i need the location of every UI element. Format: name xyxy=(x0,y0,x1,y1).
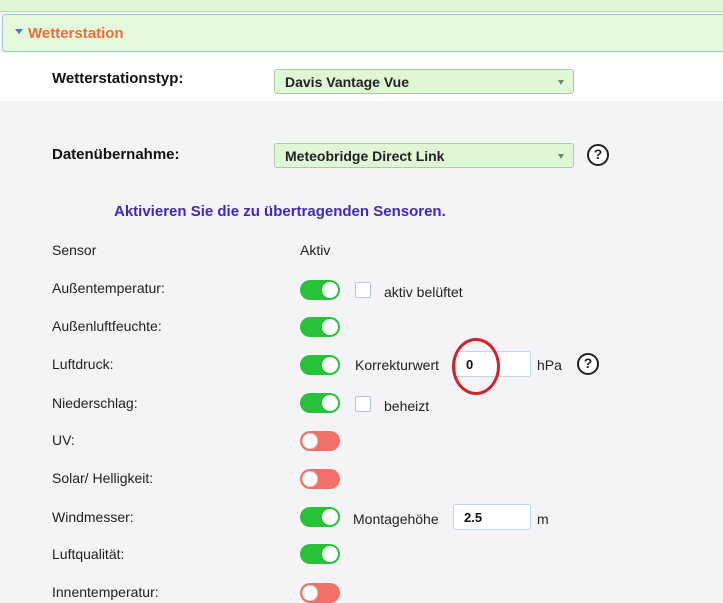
help-icon[interactable]: ? xyxy=(577,353,599,375)
station-type-select[interactable]: Davis Vantage Vue xyxy=(274,69,574,94)
toggle-outdoor-humidity[interactable] xyxy=(300,317,340,337)
column-header-active: Aktiv xyxy=(300,242,331,258)
annotation-highlight-circle xyxy=(452,338,500,395)
toggle-knob xyxy=(322,319,338,335)
mounting-height-unit: m xyxy=(537,511,549,527)
toggle-knob xyxy=(322,395,338,411)
sensor-instruction: Aktivieren Sie die zu übertragenden Sens… xyxy=(114,203,446,220)
station-type-label: Wetterstationstyp: xyxy=(52,70,184,87)
toggle-knob xyxy=(302,433,318,449)
toggle-knob xyxy=(322,357,338,373)
toggle-air-pressure[interactable] xyxy=(300,355,340,375)
sensor-label-outdoor-temp: Außentemperatur: xyxy=(52,280,165,296)
toggle-indoor-temp[interactable] xyxy=(300,583,340,603)
sensor-label-air-quality: Luftqualität: xyxy=(52,546,125,562)
sensor-label-uv: UV: xyxy=(52,432,75,448)
correction-value-label: Korrekturwert xyxy=(355,357,440,373)
collapse-arrow-icon[interactable] xyxy=(15,29,23,34)
pressure-unit: hPa xyxy=(537,357,562,373)
toggle-solar[interactable] xyxy=(300,469,340,489)
toggle-outdoor-temp[interactable] xyxy=(300,280,340,300)
toggle-precipitation[interactable] xyxy=(300,393,340,413)
sensor-label-precipitation: Niederschlag: xyxy=(52,395,138,411)
chevron-down-icon xyxy=(558,80,564,85)
mounting-height-label: Montagehöhe xyxy=(353,511,439,527)
sensor-label-anemometer: Windmesser: xyxy=(52,509,134,525)
checkbox-heated[interactable] xyxy=(355,396,371,412)
data-import-select[interactable]: Meteobridge Direct Link xyxy=(274,143,574,168)
panel-header-wetterstation[interactable]: Wetterstation xyxy=(2,14,723,52)
toggle-anemometer[interactable] xyxy=(300,507,340,527)
station-type-value: Davis Vantage Vue xyxy=(285,74,409,90)
checkbox-actively-ventilated[interactable] xyxy=(355,282,371,298)
data-import-label: Datenübernahme: xyxy=(52,146,180,163)
sensor-label-solar: Solar/ Helligkeit: xyxy=(52,470,154,486)
top-panel-strip xyxy=(0,0,723,12)
toggle-uv[interactable] xyxy=(300,431,340,451)
sensor-label-air-pressure: Luftdruck: xyxy=(52,356,114,372)
checkbox-label-heated: beheizt xyxy=(384,398,430,414)
sensor-label-indoor-temp: Innentemperatur: xyxy=(52,584,159,600)
help-icon[interactable]: ? xyxy=(587,144,609,166)
toggle-air-quality[interactable] xyxy=(300,544,340,564)
chevron-down-icon xyxy=(558,154,564,159)
toggle-knob xyxy=(302,471,318,487)
sensor-label-outdoor-humidity: Außenluftfeuchte: xyxy=(52,318,162,334)
toggle-knob xyxy=(322,509,338,525)
data-import-value: Meteobridge Direct Link xyxy=(285,148,445,164)
panel-title: Wetterstation xyxy=(28,25,124,42)
column-header-sensor: Sensor xyxy=(52,242,97,258)
mounting-height-input[interactable]: 2.5 xyxy=(453,504,531,530)
toggle-knob xyxy=(302,585,318,601)
toggle-knob xyxy=(322,546,338,562)
checkbox-label-actively-ventilated: aktiv belüftet xyxy=(384,284,463,300)
toggle-knob xyxy=(322,282,338,298)
